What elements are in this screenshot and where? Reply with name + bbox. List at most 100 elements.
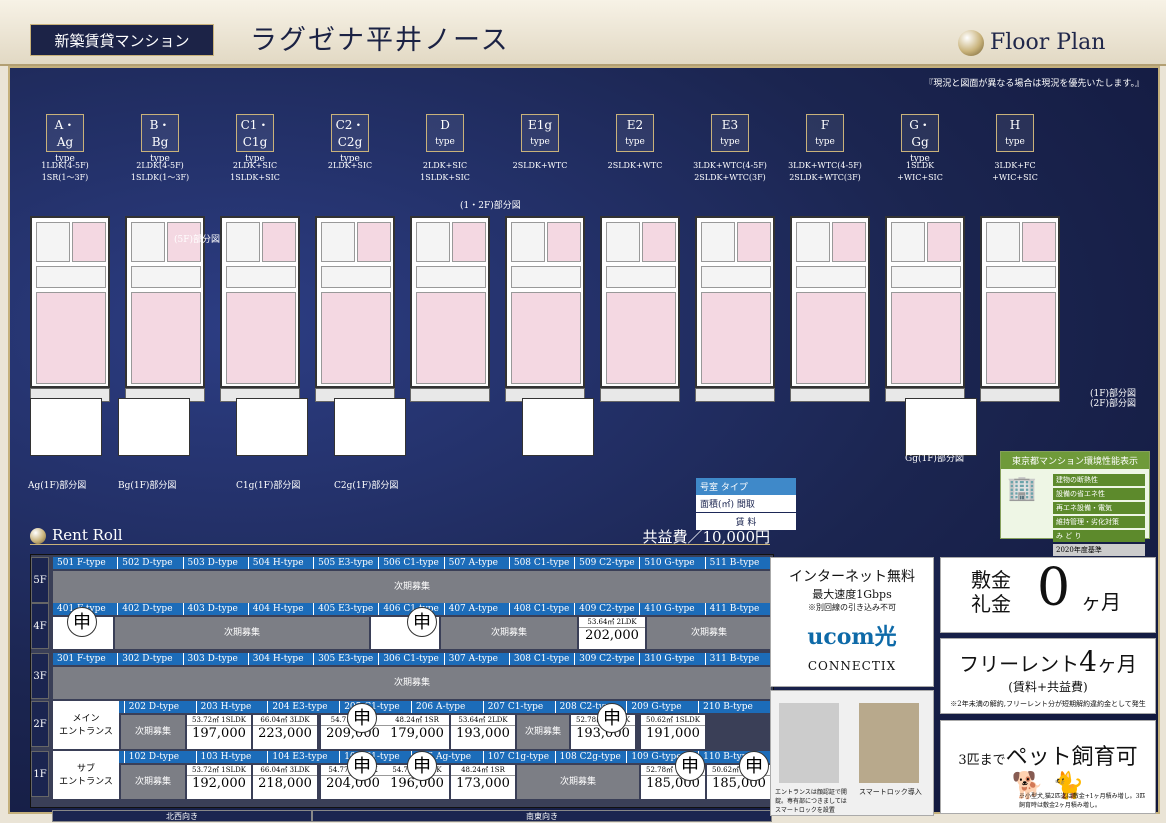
unit-header: 203 H-type [197,701,269,713]
unit-rent-cell: 66.04㎡ 3LDK 218,000 [253,765,317,799]
type-name: F [820,118,830,132]
living-dining-kitchen [701,292,771,384]
unit-spec: 48.24㎡ 1SR [451,765,515,776]
service-room [226,222,260,262]
floor-label: 5F [31,557,49,603]
type-name: D [440,118,450,132]
applied-seal-icon: 申 [67,607,97,637]
type-box: A・Ag type [46,114,84,164]
free-rent-box: フリーレント4ヶ月 (賃料+共益費) ※2年未満の解約,フリーレント分が短期解約… [940,638,1156,714]
internet-speed: 最大速度1Gbps [812,588,892,601]
unit-header: 202 D-type [125,701,197,713]
type-desc-line: 1SLDK+SIC [420,173,470,182]
type-desc: 1LDK(4-5F) 1SR(1〜3F) [18,160,112,184]
unit-header: 503 D-type [184,557,249,569]
eco-title: 東京都マンション環境性能表示 [1001,452,1149,469]
type-desc-line: 1SLDK+SIC [230,173,280,182]
unit-spec: 48.24㎡ 1SR [385,715,449,726]
balcony [790,388,870,402]
bedroom [642,222,676,262]
partial-plan-drawing [30,398,102,456]
unit-header: 104 E3-type [268,751,341,763]
type-desc-line: 1SLDK(1〜3F) [130,173,190,182]
unit-header: 102 D-type [125,751,197,763]
wet-area [606,266,676,288]
floor-label: 4F [31,603,49,649]
floor-plan-drawing [885,216,965,402]
unit-header: 206 A-type [412,701,484,713]
type-desc: 2SLDK+WTC [493,160,587,172]
unit-rent: 179,000 [390,726,444,741]
type-desc: 2SLDK+WTC [588,160,682,172]
type-name: E1g [527,118,553,132]
unit-header: 505 E3-type [314,557,380,569]
free-rent-months: ヶ月 [1096,652,1137,676]
main-entrance: メイン エントランス [53,701,119,749]
unit-header: 302 D-type [118,653,184,665]
unit-header: 107 C1g-type [484,751,556,763]
unit-header: 405 E3-type [314,603,380,615]
bedroom [357,222,391,262]
wet-area [891,266,961,288]
type-desc-line: 1LDK(4-5F) [41,161,89,170]
eco-item: 再エネ設備・電気 [1053,502,1145,514]
service-room [511,222,545,262]
living-dining-kitchen [36,292,106,384]
recruit-cell: 次期募集 [121,715,185,749]
photo-box: エントランスは顔認証で開錠。専有部につきましてはスマートロックを設置 スマートロ… [770,690,934,816]
pet-box: 3匹までペット飼育可 🐕 🐈 ※小型犬,猫2匹迄は敷金+1ヶ月積み増し。3匹飼育… [940,720,1156,814]
bedroom [262,222,296,262]
living-dining-kitchen [131,292,201,384]
type-column: Ftype 3LDK+WTC(4-5F) 2SLDK+WTC(3F) [778,114,872,184]
unit-spec: 66.04㎡ 3LDK [253,715,317,726]
wet-area [511,266,581,288]
balcony [410,388,490,402]
type-column: Htype 3LDK+FC +WIC+SIC [968,114,1062,184]
sub-entrance: サブ エントランス [53,751,119,799]
deposit-labels: 敷金 礼金 [971,568,1011,616]
type-desc-line: 1SR(1〜3F) [41,173,89,182]
floor-plan-drawing [315,216,395,402]
unit-header: 310 G-type [640,653,706,665]
type-desc: 1SLDK +WIC+SIC [873,160,967,184]
bedroom [737,222,771,262]
floor-label: 3F [31,653,49,699]
unit-header: 510 G-type [640,557,706,569]
recruit-cell: 次期募集 [121,765,185,799]
internet-box: インターネット無料 最大速度1Gbps ※別回線の引き込み不可 ucom光 CO… [770,557,934,687]
unit-rent-cell: 66.04㎡ 3LDK 223,000 [253,715,317,749]
floor-header-row: 201 D-type202 D-type203 H-type204 E3-typ… [53,701,771,713]
service-room [796,222,830,262]
free-rent-line: フリーレント4ヶ月 [941,645,1155,678]
deposit-box: 敷金 礼金 0 ヶ月 [940,557,1156,633]
entrance-photo [779,703,839,783]
type-column: B・Bg type 2LDK(4-5F) 1SLDK(1〜3F) [113,114,207,184]
photo-caption-1: エントランスは顔認証で開錠。専有部につきましてはスマートロックを設置 [775,789,847,814]
unit-rent-cell: 53.72㎡ 1SLDK 192,000 [187,765,251,799]
type-desc-line: 2SLDK+WTC [512,161,568,170]
unit-header: 502 D-type [118,557,184,569]
balcony [695,388,775,402]
unit-header: 311 B-type [706,653,771,665]
unit-rent: 192,000 [192,776,246,791]
unit-spec: 50.62㎡ 1SLDK [641,715,705,726]
free-rent-count: 4 [1079,645,1097,678]
partial-plan-drawing [334,398,406,456]
unit-header: 410 G-type [640,603,706,615]
unit-header: 411 B-type [706,603,771,615]
unit-rent-cell: 53.72㎡ 1SLDK 197,000 [187,715,251,749]
type-desc-line: +WIC+SIC [897,173,943,182]
floor-label: 1F [31,751,49,797]
partial-plan-drawing [118,398,190,456]
type-label: type [815,137,835,147]
unit-spec: 53.72㎡ 1SLDK [187,765,251,776]
disclaimer-note: 『現況と図面が異なる場合は現況を優先いたします。』 [924,79,1144,89]
recruit-cell: 次期募集 [53,667,771,699]
property-badge: 新築賃貸マンション [30,24,214,56]
type-box: Htype [996,114,1034,152]
type-name: H [1009,118,1021,132]
type-desc-line: 3LDK+FC [994,161,1036,170]
photo-caption-2: スマートロック導入 [859,788,922,796]
header: 新築賃貸マンション ラグゼナ平井ノース Floor Plan [0,0,1166,66]
type-label: type [625,137,645,147]
